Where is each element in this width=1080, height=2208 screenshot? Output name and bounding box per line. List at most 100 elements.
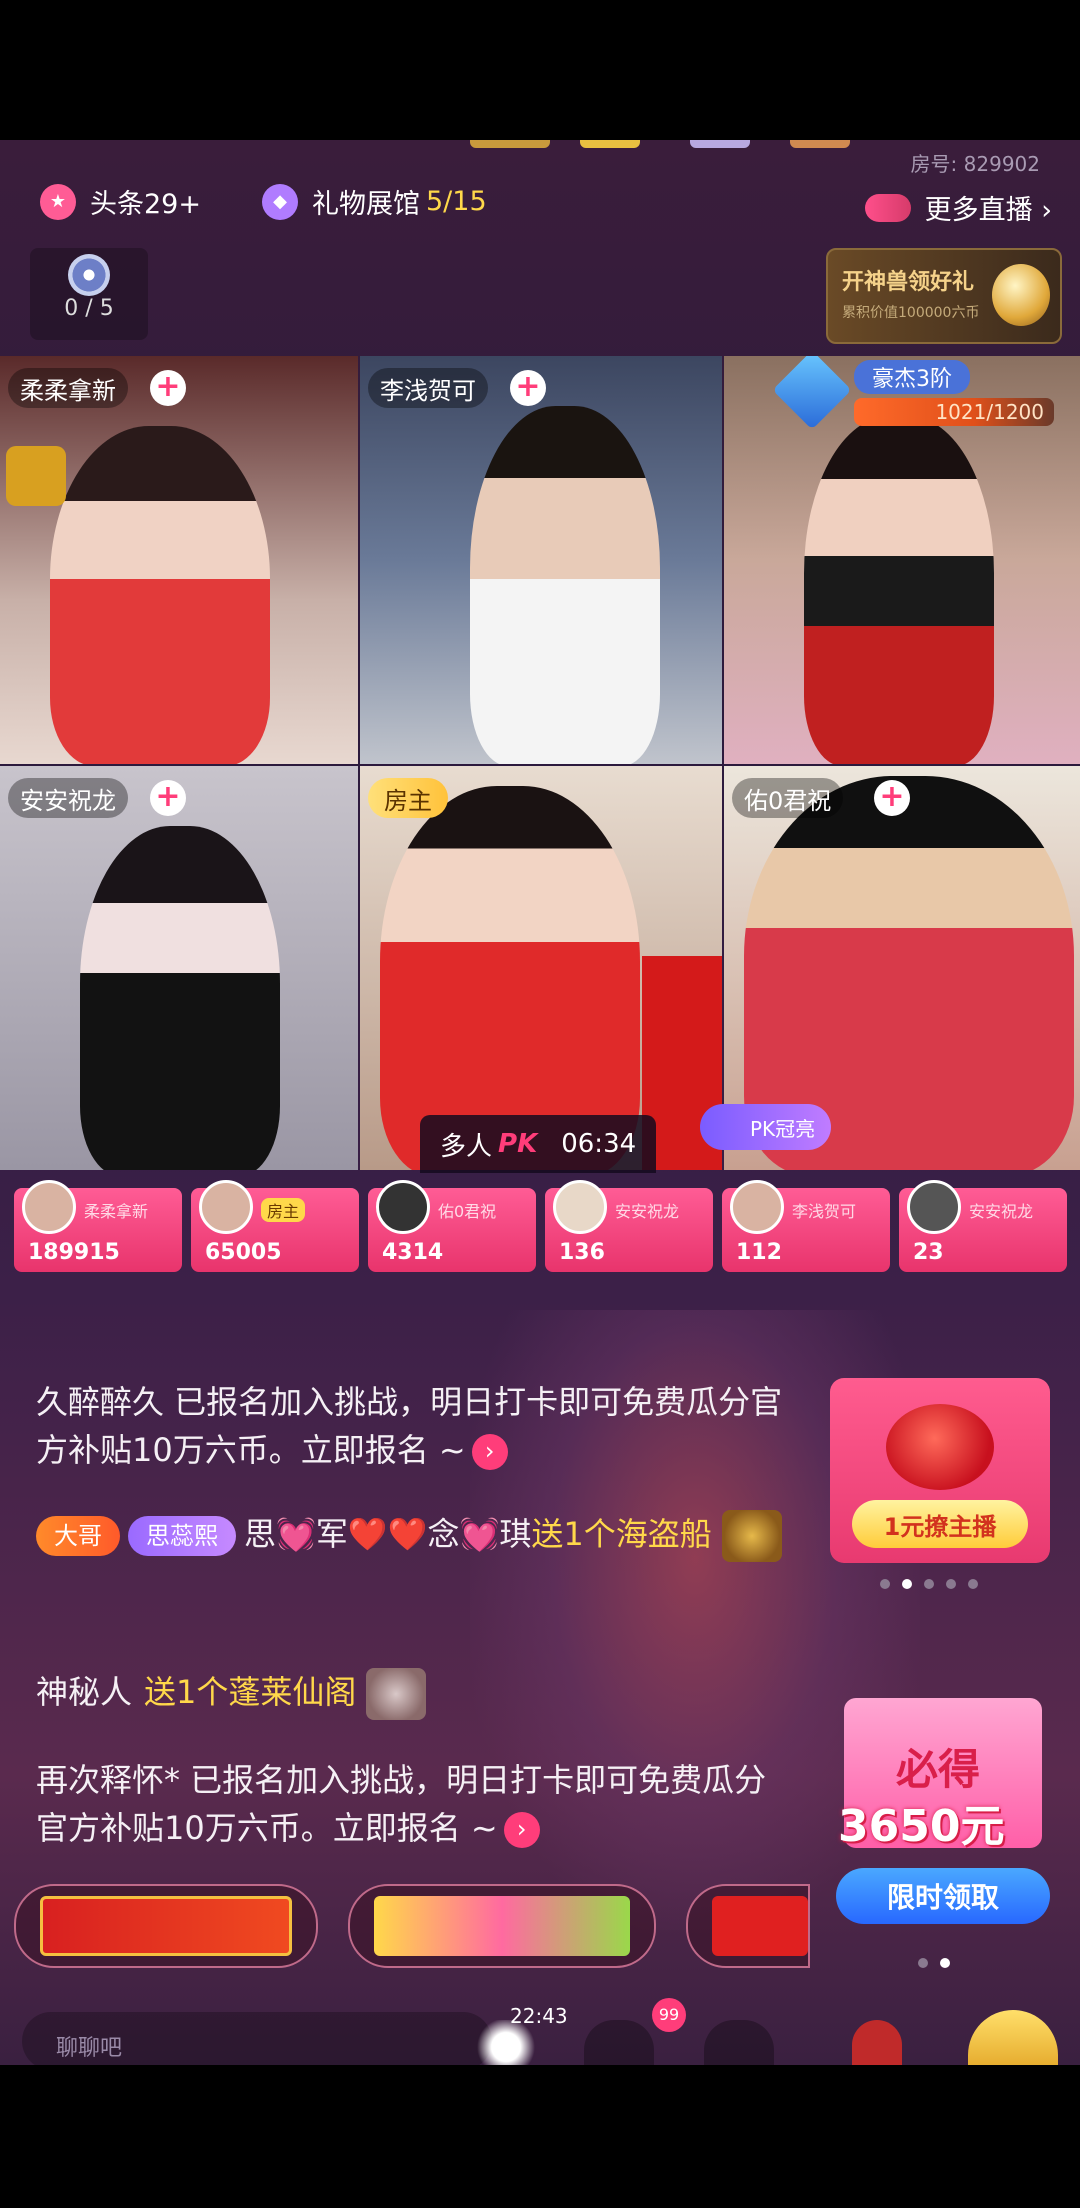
- rank-cube-icon: [772, 356, 852, 430]
- avatar: [907, 1180, 961, 1234]
- input-placeholder: 聊聊吧: [56, 2036, 123, 2061]
- sticker-new-year[interactable]: [14, 1884, 318, 1968]
- tier-badge: 豪杰3阶: [854, 360, 970, 394]
- tile-name: 李浅贺可: [368, 368, 488, 408]
- score-name: 李浅贺可: [792, 1202, 857, 1221]
- fan-badge: 思蕊熙: [128, 1516, 236, 1556]
- carousel-dots: [918, 1958, 950, 1968]
- gift-button[interactable]: [968, 2010, 1058, 2065]
- pk-video-grid: 柔柔拿新 + 李浅贺可 + 豪杰3阶 1021/1200 安安祝龙 + 房主 佑…: [0, 356, 1080, 1170]
- tile-name: 柔柔拿新: [8, 368, 128, 408]
- join-arrow-icon[interactable]: ›: [471, 1434, 508, 1470]
- video-tile[interactable]: 柔柔拿新 +: [0, 356, 358, 764]
- host-tag: 房主: [368, 778, 448, 818]
- red-envelope-card[interactable]: 1元撩主播: [830, 1378, 1050, 1563]
- pavilion-icon: [366, 1668, 427, 1720]
- follow-plus-icon[interactable]: +: [510, 370, 546, 406]
- sparkle-icon[interactable]: [466, 2020, 546, 2065]
- claim-button[interactable]: 限时领取: [836, 1868, 1050, 1924]
- avatar: [376, 1180, 430, 1234]
- score-value: 65005: [205, 1240, 282, 1265]
- chat-message[interactable]: 久醉醉久 已报名加入挑战，明日打卡即可免费瓜分官方补贴10万六币。立即报名 ~ ›: [36, 1378, 796, 1474]
- score-card[interactable]: 佑0君祝 4314: [368, 1180, 536, 1272]
- score-card[interactable]: 李浅贺可 112: [722, 1180, 890, 1272]
- score-name: 房主: [261, 1198, 306, 1222]
- benefit-title: 必得: [896, 1745, 981, 1794]
- pk-mode: 多人: [440, 1131, 493, 1162]
- chat-message[interactable]: 大哥 思蕊熙 思💓军❤️❤️念💓琪送1个海盗船: [36, 1510, 796, 1562]
- live-icon: [864, 193, 911, 222]
- promo-sub: 累积价值100000六币: [842, 305, 980, 321]
- gift-gallery-chip[interactable]: ◆ 礼物展馆 5/15: [262, 182, 487, 221]
- beast-promo-banner[interactable]: 开神兽领好礼 累积价值100000六币: [826, 248, 1062, 344]
- streamer-figure: [470, 406, 660, 764]
- chat-user: 神秘人: [36, 1673, 133, 1711]
- chat-gift: 送1个海盗船: [531, 1515, 712, 1553]
- lock-icon: [6, 446, 66, 506]
- share-icon[interactable]: [704, 2020, 774, 2065]
- follow-plus-icon[interactable]: +: [874, 780, 910, 816]
- message-icon[interactable]: [584, 2020, 654, 2065]
- promo-title: 开神兽领好礼: [842, 270, 975, 295]
- follow-plus-icon[interactable]: +: [150, 780, 186, 816]
- score-value: 23: [913, 1240, 944, 1265]
- avatar: [553, 1180, 607, 1234]
- compass-icon: [68, 254, 110, 296]
- promo-card-button[interactable]: 1元撩主播: [852, 1500, 1028, 1548]
- firecracker-icon[interactable]: [852, 2020, 902, 2065]
- chat-user: 思💓军❤️❤️念💓琪: [244, 1515, 532, 1553]
- tier-progress: 1021/1200: [854, 398, 1054, 426]
- rank-badge: 大哥: [36, 1516, 120, 1556]
- video-tile[interactable]: 房主: [360, 766, 722, 1170]
- chat-message[interactable]: 再次释怀* 已报名加入挑战，明日打卡即可免费瓜分官方补贴10万六币。立即报名 ~…: [36, 1756, 796, 1852]
- red-gift-icon: [886, 1404, 994, 1490]
- video-tile[interactable]: 李浅贺可 +: [360, 356, 722, 764]
- streamer-figure: [804, 416, 994, 764]
- carousel-dots: [880, 1579, 978, 1589]
- score-name: 安安祝龙: [969, 1202, 1034, 1221]
- score-card[interactable]: 安安祝龙 23: [899, 1180, 1067, 1272]
- pirate-ship-icon: [721, 1510, 782, 1562]
- pk-timer-bar: 多人 PK 06:34: [420, 1115, 657, 1173]
- benefit-card[interactable]: 必得 3650元 限时领取: [836, 1688, 1050, 1928]
- benefit-amount: 3650元: [838, 1801, 1005, 1852]
- gallery-label: 礼物展馆: [312, 189, 420, 220]
- follow-plus-icon[interactable]: +: [150, 370, 186, 406]
- headline-chip[interactable]: ★ 头条29+: [40, 182, 201, 221]
- avatar: [22, 1180, 76, 1234]
- sticker-more[interactable]: [686, 1884, 810, 1968]
- streamer-figure: [50, 426, 270, 764]
- video-tile[interactable]: 豪杰3阶 1021/1200: [724, 356, 1080, 764]
- score-card[interactable]: 房主 65005: [191, 1180, 359, 1272]
- score-value: 4314: [382, 1240, 444, 1265]
- chat-gift: 送1个蓬莱仙阁: [144, 1673, 357, 1711]
- pk-timer: 06:34: [561, 1129, 637, 1159]
- chat-text: 再次释怀* 已报名加入挑战，明日打卡即可免费瓜分官方补贴10万六币。立即报名 ~: [36, 1761, 767, 1847]
- pk-crown-badge[interactable]: PK冠亮: [700, 1104, 832, 1150]
- score-name: 安安祝龙: [615, 1202, 680, 1221]
- score-value: 136: [559, 1240, 605, 1265]
- sticker-2024[interactable]: [348, 1884, 656, 1968]
- avatar: [199, 1180, 253, 1234]
- compass-count: 0 / 5: [64, 296, 114, 321]
- more-live-button[interactable]: 更多直播 ›: [864, 188, 1052, 227]
- score-name: 柔柔拿新: [84, 1202, 149, 1221]
- notification-count: 99: [652, 1998, 686, 2032]
- score-name: 佑0君祝: [438, 1202, 497, 1221]
- score-card[interactable]: 柔柔拿新 189915: [14, 1180, 182, 1272]
- avatar: [730, 1180, 784, 1234]
- join-arrow-icon[interactable]: ›: [503, 1812, 540, 1848]
- bottom-bar: 聊聊吧 22:43 99: [0, 1998, 1080, 2065]
- golden-egg-icon: [992, 264, 1050, 326]
- chat-message[interactable]: 神秘人 送1个蓬莱仙阁: [36, 1668, 796, 1720]
- score-card[interactable]: 安安祝龙 136: [545, 1180, 713, 1272]
- compass-widget[interactable]: 0 / 5: [30, 248, 148, 340]
- video-tile[interactable]: 安安祝龙 +: [0, 766, 358, 1170]
- pk-badge-label: PK冠亮: [750, 1116, 816, 1141]
- headline-icon: ★: [40, 183, 76, 220]
- headline-label: 头条29+: [90, 189, 201, 220]
- chat-input[interactable]: 聊聊吧: [22, 2012, 492, 2065]
- gallery-count: 5/15: [426, 186, 487, 217]
- pk-scoreboard: 柔柔拿新 189915 房主 65005 佑0君祝 4314 安安祝龙 136 李浅贺可…: [14, 1180, 1067, 1272]
- score-value: 189915: [28, 1240, 120, 1265]
